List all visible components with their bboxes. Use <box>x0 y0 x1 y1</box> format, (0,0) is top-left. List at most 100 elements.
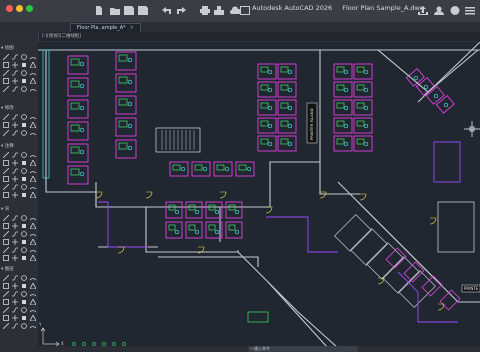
radius-dim-icon[interactable] <box>29 159 37 166</box>
layer-thaw-icon[interactable] <box>29 298 37 305</box>
palette-section-draw[interactable]: ▾ 绘图 <box>1 45 14 51</box>
table-tool-icon[interactable] <box>2 77 10 84</box>
break-dim-icon[interactable] <box>2 183 10 190</box>
layer-linetype-icon[interactable] <box>29 314 37 321</box>
copy-to-layer-icon[interactable] <box>2 298 10 305</box>
pdf-icon[interactable] <box>2 254 10 261</box>
table-annotate-icon[interactable] <box>29 151 37 158</box>
xref-icon[interactable] <box>2 246 10 253</box>
polyline-tool-icon[interactable] <box>11 53 19 60</box>
define-attributes-icon[interactable] <box>29 214 37 221</box>
arc-length-icon[interactable] <box>29 183 37 190</box>
inspect-icon[interactable] <box>11 191 19 198</box>
baseline-dim-icon[interactable] <box>2 175 10 182</box>
dwf-icon[interactable] <box>20 254 28 261</box>
bind-icon[interactable] <box>11 246 19 253</box>
tolerance-icon[interactable] <box>2 191 10 198</box>
layer-unisolate-icon[interactable] <box>20 306 28 313</box>
layer-freeze-icon[interactable] <box>29 274 37 281</box>
share-icon[interactable] <box>214 6 224 15</box>
revcloud-tool-icon[interactable] <box>2 85 10 92</box>
insert-block-icon[interactable] <box>2 214 10 221</box>
arc-tool-icon[interactable] <box>29 53 37 60</box>
ellipse-tool-icon[interactable] <box>11 69 19 76</box>
adjust-icon[interactable] <box>2 238 10 245</box>
hatch-tool-icon[interactable] <box>20 61 28 68</box>
layer-lock-icon[interactable] <box>2 282 10 289</box>
layer-walk-icon[interactable] <box>2 290 10 297</box>
block-editor-icon[interactable] <box>20 214 28 221</box>
palette-section-layer[interactable]: ▾ 图层 <box>1 266 14 272</box>
layer-description-icon[interactable] <box>29 322 37 329</box>
layer-filter-icon[interactable] <box>2 314 10 321</box>
open-folder-icon[interactable] <box>110 6 120 15</box>
palette-section-block[interactable]: ▾ 块 <box>1 206 9 212</box>
underlay-icon[interactable] <box>11 238 19 245</box>
mirror-tool-icon[interactable] <box>20 113 28 120</box>
dim-style-icon[interactable] <box>29 175 37 182</box>
move-tool-icon[interactable] <box>11 61 19 68</box>
workspace-icon[interactable] <box>240 6 250 15</box>
layer-color-icon[interactable] <box>20 314 28 321</box>
undo-icon[interactable] <box>162 6 172 15</box>
write-block-icon[interactable] <box>29 222 37 229</box>
sync-attributes-icon[interactable] <box>20 222 28 229</box>
change-to-current-icon[interactable] <box>11 298 19 305</box>
viewport-controls-label[interactable]: [-][俯视][二维线框] <box>42 34 81 39</box>
dimension-tool-icon[interactable] <box>2 151 10 158</box>
close-tab-icon[interactable]: × <box>130 25 134 31</box>
layer-translator-icon[interactable] <box>29 306 37 313</box>
close-window-button[interactable] <box>6 5 13 12</box>
match-layer-icon[interactable] <box>20 282 28 289</box>
layer-merge-icon[interactable] <box>11 290 19 297</box>
polygon-tool-icon[interactable] <box>29 61 37 68</box>
oblique-icon[interactable] <box>29 191 37 198</box>
point-cloud-icon[interactable] <box>29 254 37 261</box>
plot-icon[interactable] <box>200 6 210 15</box>
markup-tool-icon[interactable] <box>2 167 10 174</box>
new-file-icon[interactable] <box>94 6 104 15</box>
center-mark-icon[interactable] <box>20 167 28 174</box>
explode-tool-icon[interactable] <box>29 129 37 136</box>
spline-tool-icon[interactable] <box>2 69 10 76</box>
layer-states-icon[interactable] <box>29 290 37 297</box>
field-tool-icon[interactable] <box>11 167 19 174</box>
attribute-manager-icon[interactable] <box>11 222 19 229</box>
erase-tool-icon[interactable] <box>20 129 28 136</box>
quick-dim-icon[interactable] <box>20 175 28 182</box>
rotate-tool-icon[interactable] <box>11 113 19 120</box>
angular-dim-icon[interactable] <box>20 159 28 166</box>
clip-icon[interactable] <box>20 230 28 237</box>
stretch-tool-icon[interactable] <box>11 129 19 136</box>
layer-transparency-icon[interactable] <box>11 322 19 329</box>
layer-group-icon[interactable] <box>11 314 19 321</box>
layer-properties-icon[interactable] <box>2 274 10 281</box>
layer-previous-icon[interactable] <box>29 282 37 289</box>
array-tool-icon[interactable] <box>29 121 37 128</box>
aligned-dim-icon[interactable] <box>11 159 19 166</box>
donut-tool-icon[interactable] <box>20 85 28 92</box>
redo-icon[interactable] <box>176 6 186 15</box>
command-input[interactable]: 键入命令 <box>254 346 270 351</box>
create-block-icon[interactable] <box>11 214 19 221</box>
reference-icon[interactable] <box>11 230 19 237</box>
attach-icon[interactable] <box>29 230 37 237</box>
leader-tool-icon[interactable] <box>11 151 19 158</box>
make-current-icon[interactable] <box>11 282 19 289</box>
vp-freeze-icon[interactable] <box>11 306 19 313</box>
text-tool-icon[interactable] <box>11 77 19 84</box>
copy-tool-icon[interactable] <box>2 113 10 120</box>
image-icon[interactable] <box>29 246 37 253</box>
scale-tool-icon[interactable] <box>29 113 37 120</box>
palette-section-modify[interactable]: ▾ 修改 <box>1 105 14 111</box>
save-icon[interactable] <box>124 6 134 15</box>
help-icon[interactable] <box>450 6 460 15</box>
ray-tool-icon[interactable] <box>29 85 37 92</box>
update-dim-icon[interactable] <box>20 191 28 198</box>
block-palette-icon[interactable] <box>2 230 10 237</box>
layer-off-icon[interactable] <box>11 274 19 281</box>
snap-icon[interactable] <box>29 238 37 245</box>
point-tool-icon[interactable] <box>20 69 28 76</box>
save-as-icon[interactable] <box>138 6 148 15</box>
ordinate-dim-icon[interactable] <box>20 183 28 190</box>
